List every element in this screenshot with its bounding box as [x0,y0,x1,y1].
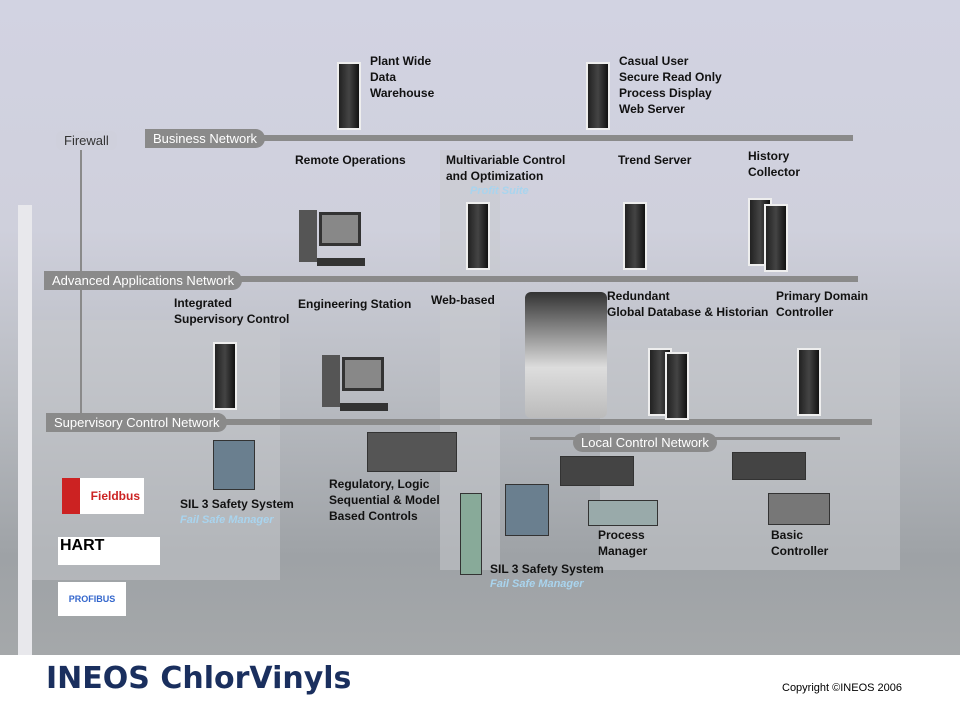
local-network-label: Local Control Network [573,433,717,452]
controller-icon [732,452,806,480]
pdc-label: Primary Domain Controller [776,289,869,319]
isc-label: Integrated Supervisory Control [174,296,290,326]
web-based-label: Web-based [431,293,495,307]
supervisory-network-label: Supervisory Control Network [46,413,228,432]
firewall-label: Firewall [56,131,117,150]
safety-controller-icon [505,484,549,536]
copyright: Copyright ©INEOS 2006 [782,682,902,694]
left-margin-bar [18,205,32,665]
process-manager-icon [560,456,634,486]
io-modules-icon [768,493,830,525]
ineos-logo: INEOS ChlorVinyls [46,661,352,696]
field-instrument-icon [460,493,482,575]
footer: INEOS ChlorVinyls Copyright ©INEOS 2006 [0,655,960,702]
sil3-sub-label-2: Fail Safe Manager [490,578,584,590]
fieldbus-logo: Fieldbus [62,478,144,514]
business-network-label: Business Network [145,129,266,148]
profibus-logo: PROFIBUS [58,582,126,616]
hart-logo: HART [58,537,160,565]
server-icon [797,348,821,416]
safety-controller-icon [213,440,255,490]
server-icon [665,352,689,420]
basic-controller-label: Basic Controller [771,528,829,558]
workstation-icon [299,210,369,270]
operator-console-icon [525,292,607,418]
webserver-label: Casual User Secure Read Only Process Dis… [619,54,722,116]
history-collector-label: History Collector [748,149,801,179]
remote-operations-label: Remote Operations [295,153,406,167]
controller-rack-icon [367,432,457,472]
sil3-label-2: SIL 3 Safety System [490,562,604,576]
server-icon [213,342,237,410]
server-icon [337,62,361,130]
regulatory-label: Regulatory, Logic Sequential & Model Bas… [329,477,440,523]
io-modules-icon [588,500,658,526]
engineering-station-label: Engineering Station [298,297,412,311]
workstation-icon [322,355,392,415]
sil3-label: SIL 3 Safety System [180,497,294,511]
sil3-sub-label: Fail Safe Manager [180,514,274,526]
server-icon [586,62,610,130]
server-icon [466,202,490,270]
mvc-label: Multivariable Control and Optimization [446,153,566,183]
server-icon [623,202,647,270]
warehouse-label: Plant Wide Data Warehouse [370,54,435,100]
redundant-db-label: Redundant Global Database & Historian [607,289,769,319]
process-manager-label: Process Manager [598,528,648,558]
trend-server-label: Trend Server [618,153,692,167]
mvc-sub-label: Profit Suite [470,185,529,197]
advanced-network-label: Advanced Applications Network [44,271,243,290]
server-icon [764,204,788,272]
